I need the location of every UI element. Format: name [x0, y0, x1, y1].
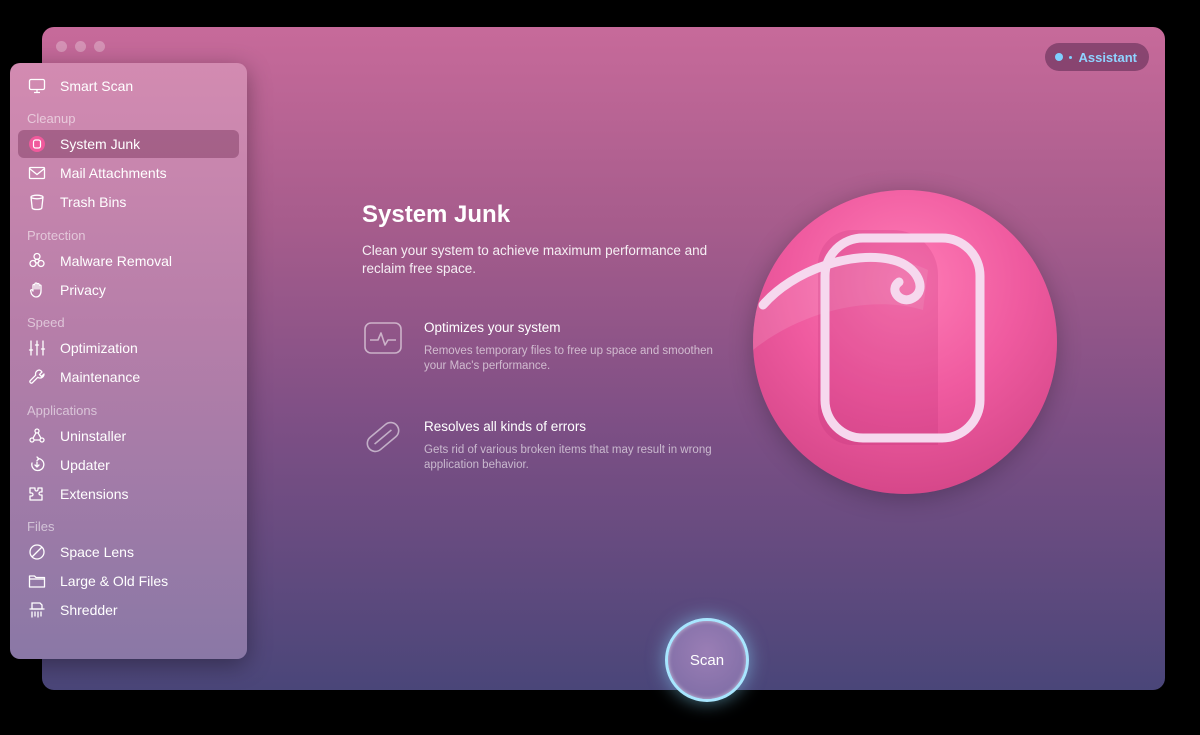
sidebar-item-malware-removal[interactable]: Malware Removal [18, 247, 239, 275]
feature-title: Optimizes your system [424, 320, 561, 335]
system-junk-hero-icon [753, 230, 985, 445]
sidebar-item-label: Large & Old Files [60, 573, 169, 589]
minimize-window-button[interactable] [75, 41, 86, 52]
sidebar-section-applications: Applications [27, 403, 98, 418]
sidebar-item-label: Maintenance [60, 369, 141, 385]
sidebar-item-label: Mail Attachments [60, 165, 167, 181]
sidebar-item-updater[interactable]: Updater [18, 451, 239, 479]
feature-title: Resolves all kinds of errors [424, 419, 587, 434]
assistant-button[interactable]: Assistant [1045, 43, 1149, 71]
sidebar-item-label: Privacy [60, 282, 106, 298]
sidebar-item-privacy[interactable]: Privacy [18, 276, 239, 304]
sidebar-item-label: Updater [60, 457, 110, 473]
monitor-icon [27, 76, 47, 96]
sidebar-item-space-lens[interactable]: Space Lens [18, 538, 239, 566]
sidebar-section-protection: Protection [27, 228, 86, 243]
puzzle-icon [27, 484, 47, 504]
zoom-window-button[interactable] [94, 41, 105, 52]
trash-icon [27, 192, 47, 212]
sidebar-item-uninstaller[interactable]: Uninstaller [18, 422, 239, 450]
sidebar-item-extensions[interactable]: Extensions [18, 480, 239, 508]
sidebar-item-shredder[interactable]: Shredder [18, 596, 239, 624]
close-window-button[interactable] [56, 41, 67, 52]
wrench-icon [27, 367, 47, 387]
sidebar: Smart Scan Cleanup System Junk Mail Atta… [10, 63, 247, 659]
assistant-dot-small-icon [1069, 55, 1073, 59]
sidebar-item-maintenance[interactable]: Maintenance [18, 363, 239, 391]
shredder-icon [27, 600, 47, 620]
updater-icon [27, 455, 47, 475]
sidebar-item-smart-scan[interactable]: Smart Scan [18, 72, 239, 100]
system-junk-illustration [753, 190, 1057, 494]
sidebar-item-system-junk[interactable]: System Junk [18, 130, 239, 158]
page-description: Clean your system to achieve maximum per… [362, 243, 708, 276]
sidebar-item-large-old-files[interactable]: Large & Old Files [18, 567, 239, 595]
feature-description: Removes temporary files to free up space… [424, 345, 713, 372]
scan-button[interactable]: Scan [665, 618, 749, 702]
sidebar-item-label: System Junk [60, 136, 141, 152]
page-title: System Junk [362, 201, 511, 228]
sidebar-section-speed: Speed [27, 315, 65, 330]
uninstaller-icon [27, 426, 47, 446]
sidebar-item-label: Space Lens [60, 544, 134, 560]
biohazard-icon [27, 251, 47, 271]
space-lens-icon [27, 542, 47, 562]
sidebar-item-optimization[interactable]: Optimization [18, 334, 239, 362]
sidebar-item-label: Extensions [60, 486, 129, 502]
envelope-icon [27, 163, 47, 183]
assistant-label: Assistant [1078, 49, 1137, 65]
feature-description: Gets rid of various broken items that ma… [424, 444, 712, 471]
assistant-dot-icon [1055, 53, 1064, 61]
sidebar-item-label: Trash Bins [60, 194, 127, 210]
pill-icon [362, 416, 404, 458]
folder-icon [27, 571, 47, 591]
sidebar-item-trash-bins[interactable]: Trash Bins [18, 188, 239, 216]
sidebar-item-label: Malware Removal [60, 253, 173, 269]
sidebar-item-label: Shredder [60, 602, 118, 618]
hand-icon [27, 280, 47, 300]
system-junk-icon [27, 134, 47, 154]
sliders-icon [27, 338, 47, 358]
sidebar-item-mail-attachments[interactable]: Mail Attachments [18, 159, 239, 187]
scan-button-label: Scan [689, 651, 725, 669]
window-controls [56, 41, 105, 52]
sidebar-section-cleanup: Cleanup [27, 111, 76, 126]
sidebar-section-files: Files [27, 519, 55, 534]
sidebar-item-label: Optimization [60, 340, 138, 356]
sidebar-item-label: Uninstaller [60, 428, 127, 444]
sidebar-item-label: Smart Scan [60, 78, 134, 94]
waveform-icon [362, 318, 404, 360]
